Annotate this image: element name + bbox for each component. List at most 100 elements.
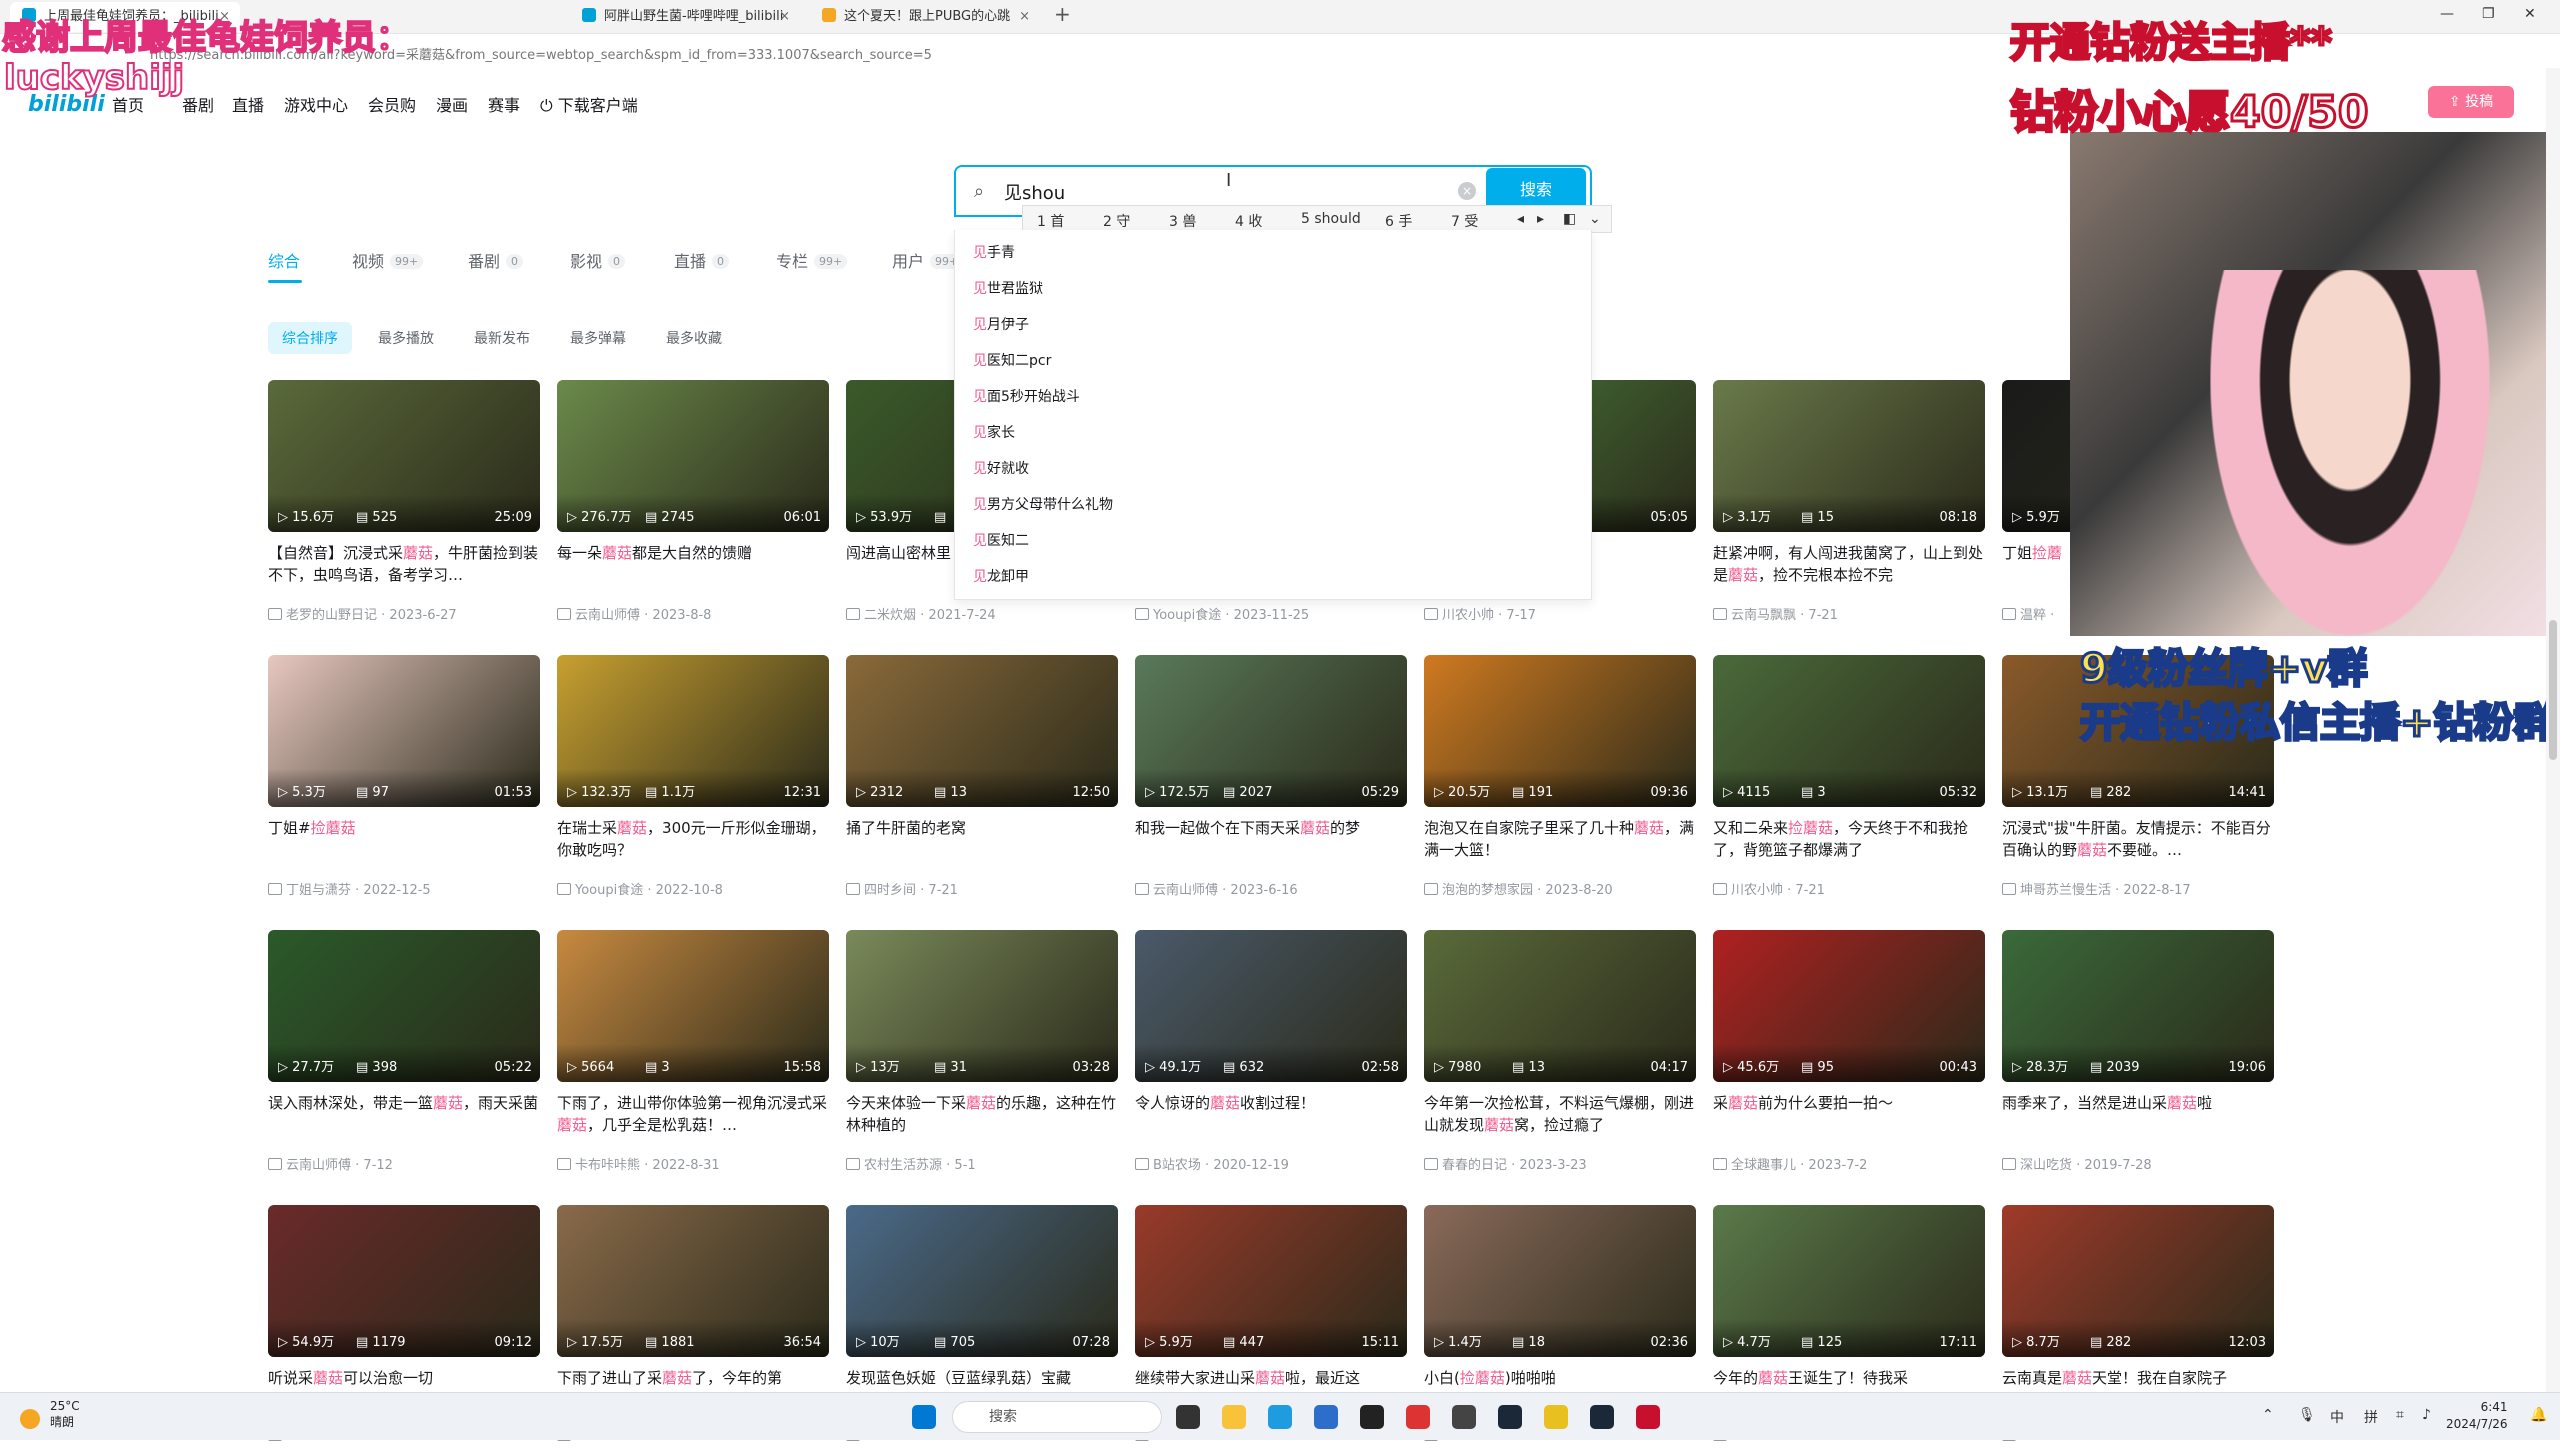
video-thumbnail[interactable]: ▷ 27.7万 ▤ 398 05:22: [268, 930, 540, 1082]
sort-most-favorites[interactable]: 最多收藏: [652, 322, 736, 354]
search-input[interactable]: [1004, 179, 1484, 205]
video-card[interactable]: ▷ 20.5万 ▤ 191 09:36 泡泡又在自家院子里采了几十种蘑菇，满满一大篮！…: [1424, 655, 1696, 905]
suggestion-item[interactable]: 见好就收: [973, 458, 1029, 478]
ime-settings-icon[interactable]: ◧: [1563, 211, 1576, 227]
uploader-name[interactable]: 温粹: [2020, 608, 2046, 623]
edge-icon[interactable]: [1268, 1405, 1292, 1429]
uploader-name[interactable]: 云南山师傅: [575, 608, 640, 623]
nav-manga[interactable]: 漫画: [436, 92, 468, 116]
video-card[interactable]: ▷ 49.1万 ▤ 632 02:58 令人惊讶的蘑菇收割过程！ B站农场 · 2020…: [1135, 930, 1407, 1180]
next-page-icon[interactable]: ▸: [1537, 211, 1544, 227]
uploader-name[interactable]: 云南马飘飘: [1731, 608, 1796, 623]
chevron-down-icon[interactable]: ⌄: [1589, 211, 1601, 227]
video-card[interactable]: ▷ 15.6万 ▤ 525 25:09 【自然音】沉浸式采蘑菇，牛肝菌捡到装不下，虫鸣…: [268, 380, 540, 630]
video-title[interactable]: 【自然音】沉浸式采蘑菇，牛肝菌捡到装不下，虫鸣鸟语，备考学习…: [268, 542, 540, 586]
ime-mode[interactable]: 中: [2330, 1407, 2344, 1427]
new-tab-button[interactable]: +: [1054, 2, 1071, 26]
browser-tab[interactable]: 阿胖山野生菌-哔哩哔哩_bilibili ×: [570, 2, 800, 32]
video-title[interactable]: 赶紧冲啊，有人闯进我菌窝了，山上到处是蘑菇，捡不完根本捡不完: [1713, 542, 1985, 586]
steam-icon[interactable]: [1590, 1405, 1614, 1429]
video-card[interactable]: ▷ 7980 ▤ 13 04:17 今年第一次捡松茸，不料运气爆棚，刚进山就发现蘑菇窝…: [1424, 930, 1696, 1180]
video-title[interactable]: 采蘑菇前为什么要拍一拍～: [1713, 1092, 1985, 1136]
video-thumbnail[interactable]: ▷ 28.3万 ▤ 2039 19:06: [2002, 930, 2274, 1082]
uploader-name[interactable]: Yooupi食途: [575, 883, 643, 898]
ime-candidate[interactable]: 1 首: [1037, 211, 1064, 231]
uploader-name[interactable]: 川农小帅: [1731, 883, 1783, 898]
nav-live[interactable]: 直播: [232, 92, 264, 116]
tab-video[interactable]: 视频 99+: [352, 248, 424, 272]
nav-anime[interactable]: 番剧: [182, 92, 214, 116]
video-thumbnail[interactable]: ▷ 45.6万 ▤ 95 00:43: [1713, 930, 1985, 1082]
app-icon[interactable]: [1498, 1405, 1522, 1429]
video-card[interactable]: ▷ 27.7万 ▤ 398 05:22 误入雨林深处，带走一篮蘑菇，雨天采菌 云南山师傅…: [268, 930, 540, 1180]
video-thumbnail[interactable]: ▷ 5.9万 ▤ 447 15:11: [1135, 1205, 1407, 1357]
video-title[interactable]: 令人惊讶的蘑菇收割过程！: [1135, 1092, 1407, 1136]
video-card[interactable]: ▷ 5664 ▤ 3 15:58 下雨了，进山带你体验第一视角沉浸式采蘑菇，几乎全是松…: [557, 930, 829, 1180]
weather-widget[interactable]: 25°C 晴朗: [14, 1399, 80, 1430]
video-title[interactable]: 泡泡又在自家院子里采了几十种蘑菇，满满一大篮！: [1424, 817, 1696, 861]
app-icon[interactable]: [1544, 1405, 1568, 1429]
nav-download-client[interactable]: ⏻ 下载客户端: [540, 92, 638, 116]
tab-article[interactable]: 专栏 99+: [776, 248, 848, 272]
nav-mall[interactable]: 会员购: [368, 92, 416, 116]
uploader-name[interactable]: 川农小帅: [1442, 608, 1494, 623]
suggestion-item[interactable]: 见医知二pcr: [973, 350, 1051, 370]
ime-candidate[interactable]: 4 收: [1235, 211, 1262, 231]
video-title[interactable]: 今年第一次捡松茸，不料运气爆棚，刚进山就发现蘑菇窝，捡过瘾了: [1424, 1092, 1696, 1136]
video-thumbnail[interactable]: ▷ 3.1万 ▤ 15 08:18: [1713, 380, 1985, 532]
video-card[interactable]: ▷ 4115 ▤ 3 05:32 又和二朵来捡蘑菇，今天终于不和我抢了，背篼篮子都爆满…: [1713, 655, 1985, 905]
nav-esports[interactable]: 赛事: [488, 92, 520, 116]
sort-comprehensive[interactable]: 综合排序: [268, 322, 352, 354]
suggestion-item[interactable]: 见男方父母带什么礼物: [973, 494, 1113, 514]
uploader-name[interactable]: 卡布咔咔熊: [575, 1158, 640, 1173]
app-icon[interactable]: [1636, 1405, 1660, 1429]
ime-candidate[interactable]: 5 should: [1301, 211, 1361, 227]
video-thumbnail[interactable]: ▷ 20.5万 ▤ 191 09:36: [1424, 655, 1696, 807]
uploader-name[interactable]: 云南山师傅: [286, 1158, 351, 1173]
prev-page-icon[interactable]: ◂: [1517, 211, 1524, 227]
suggestion-item[interactable]: 见月伊子: [973, 314, 1029, 334]
video-title[interactable]: 沉浸式"拔"牛肝菌。友情提示：不能百分百确认的野蘑菇不要碰。…: [2002, 817, 2274, 861]
video-card[interactable]: ▷ 3.1万 ▤ 15 08:18 赶紧冲啊，有人闯进我菌窝了，山上到处是蘑菇，捡不完…: [1713, 380, 1985, 630]
taskbar-clock[interactable]: 6:41 2024/7/26: [2446, 1399, 2508, 1433]
tab-live[interactable]: 直播 0: [674, 248, 730, 272]
video-thumbnail[interactable]: ▷ 172.5万 ▤ 2027 05:29: [1135, 655, 1407, 807]
maximize-icon[interactable]: ❐: [2482, 6, 2495, 22]
video-thumbnail[interactable]: ▷ 17.5万 ▤ 1881 36:54: [557, 1205, 829, 1357]
uploader-name[interactable]: 四时乡间: [864, 883, 916, 898]
browser-tab[interactable]: 这个夏天！跟上PUBG的心跳 ×: [810, 2, 1040, 32]
video-thumbnail[interactable]: ▷ 15.6万 ▤ 525 25:09: [268, 380, 540, 532]
ime-candidate[interactable]: 6 手: [1385, 211, 1412, 231]
app-icon[interactable]: [1452, 1405, 1476, 1429]
minimize-icon[interactable]: —: [2440, 6, 2454, 22]
uploader-name[interactable]: 泡泡的梦想家园: [1442, 883, 1533, 898]
video-title[interactable]: 又和二朵来捡蘑菇，今天终于不和我抢了，背篼篮子都爆满了: [1713, 817, 1985, 861]
ime-candidate[interactable]: 7 受: [1451, 211, 1478, 231]
scrollbar-thumb[interactable]: [2549, 620, 2557, 760]
uploader-name[interactable]: 二米炊烟: [864, 608, 916, 623]
suggestion-item[interactable]: 见家长: [973, 422, 1015, 442]
tab-all[interactable]: 综合: [268, 248, 300, 272]
microphone-icon[interactable]: 🎙: [2298, 1407, 2316, 1423]
video-thumbnail[interactable]: ▷ 5664 ▤ 3 15:58: [557, 930, 829, 1082]
windows-start-icon[interactable]: [912, 1405, 936, 1429]
video-thumbnail[interactable]: ▷ 5.3万 ▤ 97 01:53: [268, 655, 540, 807]
suggestion-item[interactable]: 见医知二: [973, 530, 1029, 550]
ime-candidate[interactable]: 2 守: [1103, 211, 1130, 231]
video-thumbnail[interactable]: ▷ 10万 ▤ 705 07:28: [846, 1205, 1118, 1357]
video-title[interactable]: 丁姐#捡蘑菇: [268, 817, 540, 861]
video-title[interactable]: 在瑞士采蘑菇，300元一斤形似金珊瑚，你敢吃吗？: [557, 817, 829, 861]
sort-most-played[interactable]: 最多播放: [364, 322, 448, 354]
uploader-name[interactable]: 春春的日记: [1442, 1158, 1507, 1173]
video-thumbnail[interactable]: ▷ 13万 ▤ 31 03:28: [846, 930, 1118, 1082]
obs-icon[interactable]: [1360, 1405, 1384, 1429]
close-icon[interactable]: ×: [1019, 2, 1030, 32]
uploader-name[interactable]: 坤哥苏兰慢生活: [2020, 883, 2111, 898]
video-card[interactable]: ▷ 276.7万 ▤ 2745 06:01 每一朵蘑菇都是大自然的馈赠 云南山师傅 · …: [557, 380, 829, 630]
suggestion-item[interactable]: 见手青: [973, 242, 1015, 262]
video-card[interactable]: ▷ 28.3万 ▤ 2039 19:06 雨季来了，当然是进山采蘑菇啦 深山吃货 · 2…: [2002, 930, 2274, 1180]
video-thumbnail[interactable]: ▷ 1.4万 ▤ 18 02:36: [1424, 1205, 1696, 1357]
video-title[interactable]: 下雨了，进山带你体验第一视角沉浸式采蘑菇，几乎全是松乳菇！…: [557, 1092, 829, 1136]
clear-icon[interactable]: ×: [1458, 182, 1476, 200]
video-thumbnail[interactable]: ▷ 8.7万 ▤ 282 12:03: [2002, 1205, 2274, 1357]
